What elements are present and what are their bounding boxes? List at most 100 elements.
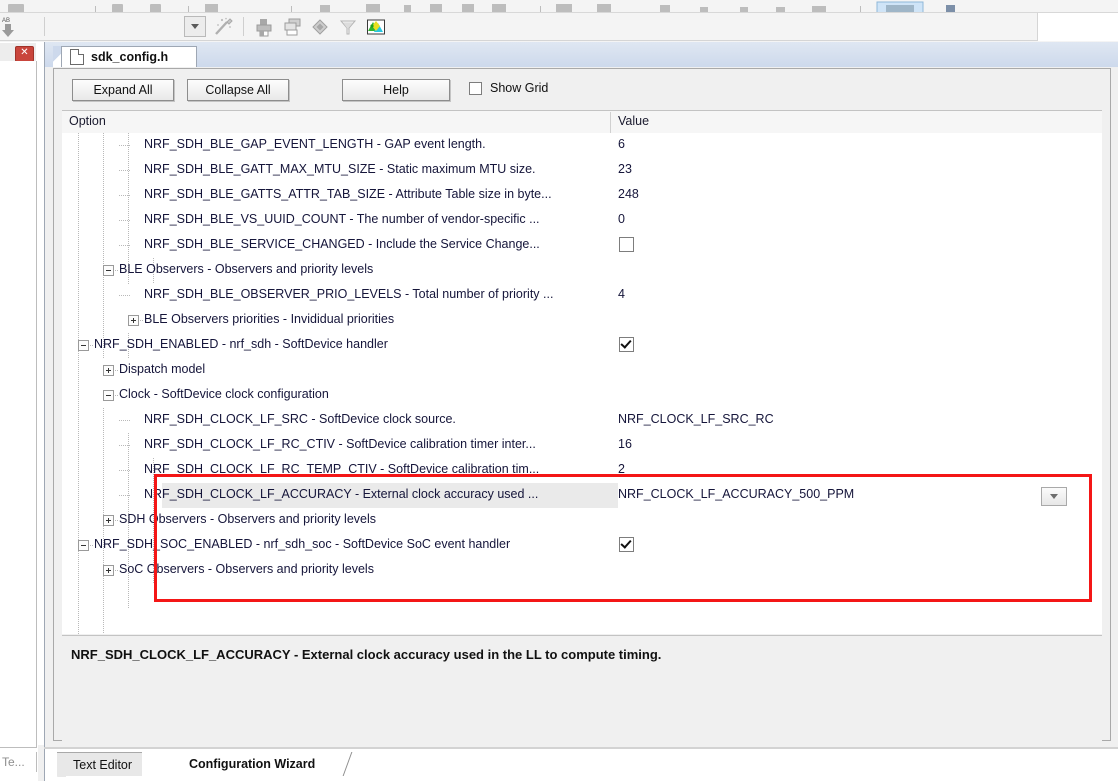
tab-configuration-wizard[interactable]: Configuration Wizard: [173, 752, 326, 776]
tree-row-option-label: Dispatch model: [119, 362, 206, 376]
collapse-all-button[interactable]: Collapse All: [187, 79, 289, 101]
tree-row-option-label: NRF_SDH_CLOCK_LF_RC_CTIV - SoftDevice ca…: [144, 437, 536, 451]
chevron-down-icon: [1050, 494, 1058, 499]
tree-row-value[interactable]: 2: [618, 462, 625, 476]
column-divider[interactable]: [610, 112, 611, 133]
tree-row-option-label: Clock - SoftDevice clock configuration: [119, 387, 329, 401]
tree-row-value-checkbox[interactable]: [619, 337, 634, 355]
show-grid-toggle[interactable]: Show Grid: [469, 81, 548, 95]
checkbox-checked-icon[interactable]: [619, 337, 634, 352]
build-icon[interactable]: [252, 15, 276, 38]
tree-row[interactable]: BLE Observers priorities - Invididual pr…: [62, 308, 1102, 333]
tree-row[interactable]: Dispatch model: [62, 358, 1102, 383]
document-tabstrip: sdk_config.h: [45, 42, 1118, 67]
tree-row[interactable]: NRF_SDH_SOC_ENABLED - nrf_sdh_soc - Soft…: [62, 533, 1102, 558]
tree-row[interactable]: NRF_SDH_BLE_GAP_EVENT_LENGTH - GAP event…: [62, 133, 1102, 158]
tree-connector: [119, 295, 130, 296]
copy-icon[interactable]: [280, 15, 304, 38]
help-button[interactable]: Help: [342, 79, 450, 101]
value-dropdown-button[interactable]: [1041, 487, 1067, 506]
tree-row[interactable]: NRF_SDH_BLE_GATT_MAX_MTU_SIZE - Static m…: [62, 158, 1102, 183]
tab-sdk-config-h[interactable]: sdk_config.h: [61, 46, 197, 67]
collapse-icon[interactable]: [103, 390, 114, 401]
expand-icon[interactable]: [128, 315, 139, 326]
tree-connector: [119, 145, 130, 146]
tree-row-option-label: NRF_SDH_ENABLED - nrf_sdh - SoftDevice h…: [94, 337, 388, 351]
tree-row-value[interactable]: 4: [618, 287, 625, 301]
tree-row[interactable]: SoC Observers - Observers and priority l…: [62, 558, 1102, 583]
column-header-option[interactable]: Option: [69, 114, 106, 128]
magic-wand-icon[interactable]: [211, 15, 235, 38]
tree-connector: [119, 220, 130, 221]
tree-row-value[interactable]: 23: [618, 162, 632, 176]
tree-row-value[interactable]: NRF_CLOCK_LF_SRC_RC: [618, 412, 774, 426]
map-icon[interactable]: [364, 15, 388, 38]
toolbar-divider-1: [44, 17, 45, 36]
svg-text:AB: AB: [2, 18, 10, 24]
upper-toolbar-strip: [0, 0, 1118, 14]
tree-row[interactable]: NRF_SDH_CLOCK_LF_SRC - SoftDevice clock …: [62, 408, 1102, 433]
toolbar-divider-2: [243, 17, 244, 36]
wizard-button-bar: Expand All Collapse All Help Show Grid: [54, 69, 1110, 109]
diamond-icon[interactable]: [308, 15, 332, 38]
tree-row[interactable]: NRF_SDH_CLOCK_LF_ACCURACY - External clo…: [62, 483, 1102, 508]
tree-row-option-label: NRF_SDH_BLE_GATTS_ATTR_TAB_SIZE - Attrib…: [144, 187, 552, 201]
checkbox-unchecked-icon[interactable]: [619, 237, 634, 252]
tree-row[interactable]: NRF_SDH_BLE_SERVICE_CHANGED - Include th…: [62, 233, 1102, 258]
tree-row[interactable]: NRF_SDH_ENABLED - nrf_sdh - SoftDevice h…: [62, 333, 1102, 358]
show-grid-checkbox[interactable]: [469, 81, 482, 95]
filter-icon[interactable]: [336, 15, 360, 38]
tree-row-option-label: BLE Observers - Observers and priority l…: [119, 262, 374, 276]
tree-row[interactable]: NRF_SDH_CLOCK_LF_RC_CTIV - SoftDevice ca…: [62, 433, 1102, 458]
tree-row-option-label: NRF_SDH_BLE_GATT_MAX_MTU_SIZE - Static m…: [144, 162, 536, 176]
tree-row-value[interactable]: 0: [618, 212, 625, 226]
lower-toolbar-strip: AB: [0, 13, 1118, 42]
toolbar-empty-right: [1038, 13, 1118, 41]
expand-icon[interactable]: [103, 515, 114, 526]
tree-row-value[interactable]: NRF_CLOCK_LF_ACCURACY_500_PPM: [618, 487, 854, 501]
collapse-icon[interactable]: [103, 265, 114, 276]
tree-row[interactable]: SDH Observers - Observers and priority l…: [62, 508, 1102, 533]
tree-row[interactable]: Clock - SoftDevice clock configuration: [62, 383, 1102, 408]
collapse-icon[interactable]: [78, 540, 89, 551]
expand-all-button[interactable]: Expand All: [72, 79, 174, 101]
tree-row[interactable]: NRF_SDH_CLOCK_LF_RC_TEMP_CTIV - SoftDevi…: [62, 458, 1102, 483]
tree-row-option-label: NRF_SDH_CLOCK_LF_RC_TEMP_CTIV - SoftDevi…: [144, 462, 540, 476]
tree-connector: [119, 470, 130, 471]
tab-text-editor[interactable]: Text Editor: [55, 752, 143, 777]
left-bottom-tab[interactable]: Te...: [0, 750, 36, 774]
tree-connector: [119, 195, 130, 196]
tree-row-value[interactable]: 6: [618, 137, 625, 151]
tree-row[interactable]: NRF_SDH_BLE_OBSERVER_PRIO_LEVELS - Total…: [62, 283, 1102, 308]
chevron-down-icon[interactable]: [184, 16, 206, 37]
tree-row-option-label: SDH Observers - Observers and priority l…: [119, 512, 377, 526]
tree-row-value[interactable]: 16: [618, 437, 632, 451]
dropdown-button[interactable]: [183, 15, 207, 38]
tree-row-value-checkbox[interactable]: [619, 237, 634, 255]
collapse-icon[interactable]: [78, 340, 89, 351]
column-header-value[interactable]: Value: [618, 114, 649, 128]
tree-row-option-label: NRF_SDH_CLOCK_LF_ACCURACY - External clo…: [144, 487, 539, 501]
tree-row[interactable]: NRF_SDH_BLE_VS_UUID_COUNT - The number o…: [62, 208, 1102, 233]
left-bottom-divider: [36, 752, 37, 772]
options-tree[interactable]: NRF_SDH_BLE_GAP_EVENT_LENGTH - GAP event…: [62, 133, 1102, 634]
expand-icon[interactable]: [103, 365, 114, 376]
tree-row-option-label: NRF_SDH_SOC_ENABLED - nrf_sdh_soc - Soft…: [94, 537, 511, 551]
tree-row-option-label: NRF_SDH_CLOCK_LF_SRC - SoftDevice clock …: [144, 412, 456, 426]
close-icon[interactable]: ✕: [15, 46, 34, 62]
checkbox-checked-icon[interactable]: [619, 537, 634, 552]
tree-row-value-checkbox[interactable]: [619, 537, 634, 555]
editor-area: sdk_config.h Expand All Collapse All Hel…: [44, 42, 1118, 749]
toolbar-container: [0, 13, 1038, 41]
ab-down-icon[interactable]: AB: [2, 15, 18, 39]
expand-icon[interactable]: [103, 565, 114, 576]
tree-row-value[interactable]: 248: [618, 187, 639, 201]
tree-row[interactable]: NRF_SDH_BLE_GATTS_ATTR_TAB_SIZE - Attrib…: [62, 183, 1102, 208]
description-pane: NRF_SDH_CLOCK_LF_ACCURACY - External clo…: [62, 635, 1102, 741]
tree-row-option-label: BLE Observers priorities - Invididual pr…: [144, 312, 395, 326]
tree-row[interactable]: BLE Observers - Observers and priority l…: [62, 258, 1102, 283]
tree-connector: [119, 170, 130, 171]
tree-connector: [119, 445, 130, 446]
upper-toolbar-icons: [0, 0, 1118, 13]
description-text: NRF_SDH_CLOCK_LF_ACCURACY - External clo…: [71, 647, 662, 662]
